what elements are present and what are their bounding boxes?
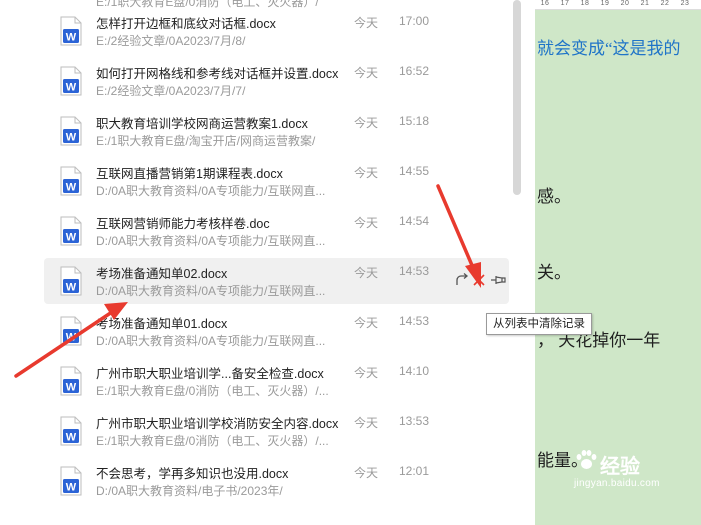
file-name: 怎样打开边框和底纹对话框.docx [96, 17, 276, 31]
recent-file-row[interactable]: W 不会思考，学再多知识也没用.docx D:/0A职大教育资料/电子书/202… [44, 458, 509, 504]
file-time: 13:53 [399, 414, 430, 428]
file-name: 互联网直播营销第1期课程表.docx [96, 167, 283, 181]
file-path: E:/1职大教育E盘/0消防（电工、灭火器）/... [96, 434, 329, 448]
ruler-tick-label: 16 [540, 0, 550, 7]
word-file-letter: W [66, 32, 77, 44]
recent-file-row[interactable]: W 考场准备通知单02.docx D:/0A职大教育资料/0A专项能力/互联网直… [44, 258, 509, 304]
word-file-letter: W [66, 382, 77, 394]
file-path: E:/2经验文章/0A2023/7月/7/ [96, 84, 246, 98]
recent-files-panel: E:/1职大教育E盘/0消防（电工、灭火器）/ W 怎样打开边框和底纹对话框.d… [0, 0, 512, 525]
file-path: D:/0A职大教育资料/0A专项能力/互联网直... [96, 184, 326, 198]
file-time: 14:53 [399, 264, 430, 278]
file-date: 今天 [354, 266, 379, 280]
recent-file-row[interactable]: W 互联网直播营销第1期课程表.docx D:/0A职大教育资料/0A专项能力/… [44, 158, 509, 204]
file-path: D:/0A职大教育资料/0A专项能力/互联网直... [96, 334, 326, 348]
word-file-icon: W [60, 466, 82, 496]
file-time: 14:10 [399, 364, 430, 378]
close-icon[interactable] [471, 273, 487, 289]
ruler-tick-label: 19 [600, 0, 610, 7]
doc-line-1: 就会变成“这是我的 [537, 39, 681, 58]
file-date: 今天 [354, 366, 379, 380]
file-time: 15:18 [399, 114, 430, 128]
word-file-icon: W [60, 366, 82, 396]
word-file-icon: W [60, 166, 82, 196]
ruler-tick-label: 23 [680, 0, 690, 7]
panel-scrollbar[interactable] [513, 0, 521, 195]
file-time: 16:52 [399, 64, 430, 78]
file-name: 职大教育培训学校网商运营教案1.docx [96, 117, 308, 131]
file-path: D:/0A职大教育资料/0A专项能力/互联网直... [96, 234, 326, 248]
word-file-icon: W [60, 316, 82, 346]
file-date: 今天 [354, 466, 379, 480]
file-path: E:/1职大教育E盘/0消防（电工、灭火器）/... [96, 384, 329, 398]
file-name: 考场准备通知单02.docx [96, 267, 228, 281]
file-name: 不会思考，学再多知识也没用.docx [96, 467, 289, 481]
file-path: D:/0A职大教育资料/0A专项能力/互联网直... [96, 284, 326, 298]
file-date: 今天 [354, 116, 379, 130]
file-time: 14:54 [399, 214, 430, 228]
word-file-icon: W [60, 16, 82, 46]
recent-file-row[interactable]: W 互联网营销师能力考核样卷.doc D:/0A职大教育资料/0A专项能力/互联… [44, 208, 509, 254]
word-file-letter: W [66, 132, 77, 144]
file-name: 如何打开网格线和参考线对话框并设置.docx [96, 67, 339, 81]
file-date: 今天 [354, 316, 379, 330]
file-path: E:/1职大教育E盘/淘宝开店/网商运营教案/ [96, 134, 316, 148]
pin-icon[interactable] [490, 273, 506, 289]
ruler-tick-label: 18 [580, 0, 590, 7]
ruler-tick-label: 17 [560, 0, 570, 7]
file-date: 今天 [354, 416, 379, 430]
file-time: 14:55 [399, 164, 430, 178]
word-file-letter: W [66, 82, 77, 94]
word-file-icon: W [60, 416, 82, 446]
word-file-icon: W [60, 216, 82, 246]
ruler-tick-label: 22 [660, 0, 670, 7]
word-file-letter: W [66, 282, 77, 294]
ruler: 16 17 18 19 20 21 22 23 [535, 0, 701, 10]
recent-file-row[interactable]: W 广州市职大职业培训学...备安全检查.docx E:/1职大教育E盘/0消防… [44, 358, 509, 404]
word-file-icon: W [60, 66, 82, 96]
word-file-icon: W [60, 116, 82, 146]
word-file-letter: W [66, 232, 77, 244]
ruler-tick-label: 21 [640, 0, 650, 7]
file-time: 14:53 [399, 314, 430, 328]
baidu-jingyan-watermark: 经验 jingyan.baidu.com [574, 446, 692, 494]
recent-file-row[interactable]: W 怎样打开边框和底纹对话框.docx E:/2经验文章/0A2023/7月/8… [44, 8, 509, 54]
word-file-letter: W [66, 332, 77, 344]
file-name: 广州市职大职业培训学校消防安全内容.docx [96, 417, 339, 431]
recent-file-row[interactable]: W 职大教育培训学校网商运营教案1.docx E:/1职大教育E盘/淘宝开店/网… [44, 108, 509, 154]
word-file-letter: W [66, 182, 77, 194]
word-file-letter: W [66, 432, 77, 444]
file-path: D:/0A职大教育资料/电子书/2023年/ [96, 484, 283, 498]
recent-file-row[interactable]: W 广州市职大职业培训学校消防安全内容.docx E:/1职大教育E盘/0消防（… [44, 408, 509, 454]
file-path: E:/2经验文章/0A2023/7月/8/ [96, 34, 246, 48]
doc-line-3: 关。 [537, 263, 571, 282]
file-date: 今天 [354, 166, 379, 180]
word-file-icon: W [60, 266, 82, 296]
file-time: 12:01 [399, 464, 430, 478]
file-time: 17:00 [399, 14, 430, 28]
watermark-main: 经验 [600, 456, 640, 478]
file-date: 今天 [354, 66, 379, 80]
doc-line-2: 感。 [537, 187, 571, 206]
recent-file-row[interactable]: W 考场准备通知单01.docx D:/0A职大教育资料/0A专项能力/互联网直… [44, 308, 509, 354]
file-date: 今天 [354, 216, 379, 230]
file-name: 广州市职大职业培训学...备安全检查.docx [96, 367, 324, 381]
file-name: 考场准备通知单01.docx [96, 317, 228, 331]
file-date: 今天 [354, 16, 379, 30]
file-name: 互联网营销师能力考核样卷.doc [96, 217, 270, 231]
share-icon[interactable] [454, 273, 470, 289]
word-file-letter: W [66, 482, 77, 494]
watermark-url: jingyan.baidu.com [574, 478, 660, 489]
recent-file-row[interactable]: W 如何打开网格线和参考线对话框并设置.docx E:/2经验文章/0A2023… [44, 58, 509, 104]
remove-record-tooltip: 从列表中清除记录 [486, 313, 592, 335]
ruler-tick-label: 20 [620, 0, 630, 7]
paw-icon [576, 450, 597, 469]
